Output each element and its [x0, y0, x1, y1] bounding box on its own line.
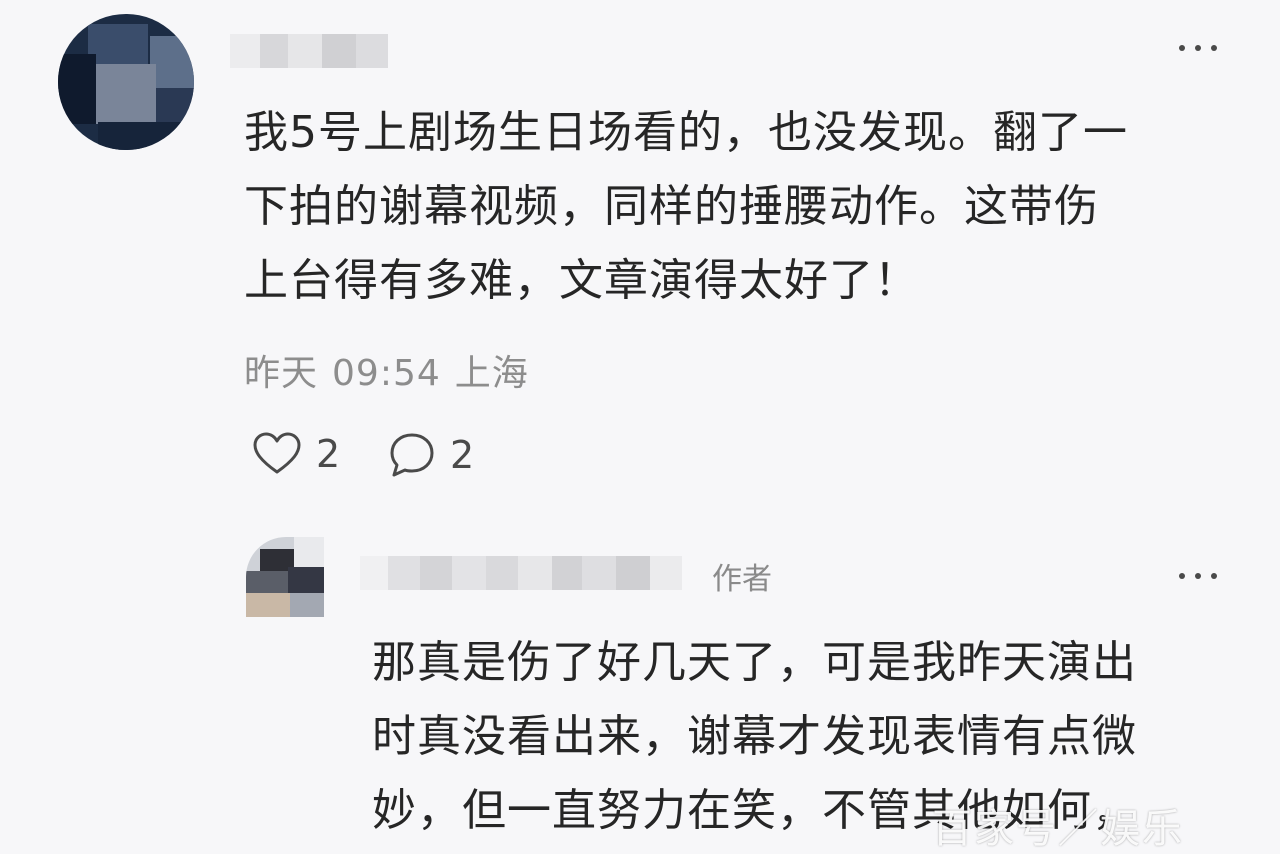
- like-count: 2: [316, 432, 341, 476]
- author-avatar[interactable]: [246, 537, 324, 617]
- comment-meta: 昨天 09:54 上海: [244, 344, 529, 396]
- like-button[interactable]: 2: [252, 432, 340, 476]
- comment-time: 09:54: [332, 353, 441, 394]
- reply-text-line: 时真没看出来，谢幕才发现表情有点微: [372, 711, 1137, 762]
- user-avatar[interactable]: [58, 14, 194, 150]
- heart-outline-icon: [253, 432, 301, 474]
- more-dot-icon: [1211, 573, 1217, 579]
- comment-text-line: 我5号上剧场生日场看的，也没发现。翻了一: [244, 107, 1128, 158]
- more-dot-icon: [1179, 45, 1185, 51]
- comment-card: 我5号上剧场生日场看的，也没发现。翻了一 下拍的谢幕视频，同样的捶腰动作。这带伤…: [0, 0, 1280, 520]
- more-dot-icon: [1195, 573, 1201, 579]
- comment-text-line: 上台得有多难，文章演得太好了！: [244, 255, 919, 306]
- reply-more-options-button[interactable]: [1179, 573, 1217, 579]
- author-username-blurred[interactable]: [360, 556, 682, 590]
- more-dot-icon: [1195, 45, 1201, 51]
- reply-count: 2: [450, 433, 475, 477]
- more-dot-icon: [1211, 45, 1217, 51]
- more-options-button[interactable]: [1179, 45, 1217, 51]
- more-dot-icon: [1179, 573, 1185, 579]
- reply-button[interactable]: 2: [388, 432, 474, 478]
- watermark: 百家号／娱乐: [932, 806, 1184, 852]
- speech-bubble-icon: [390, 433, 434, 477]
- comment-location: 上海: [454, 353, 529, 394]
- comment-text-line: 下拍的谢幕视频，同样的捶腰动作。这带伤: [244, 181, 1099, 232]
- comment-date: 昨天: [244, 353, 319, 394]
- username-blurred[interactable]: [230, 34, 388, 68]
- reply-text-line: 那真是伤了好几天了，可是我昨天演出: [372, 637, 1137, 688]
- author-badge: 作者: [712, 562, 772, 597]
